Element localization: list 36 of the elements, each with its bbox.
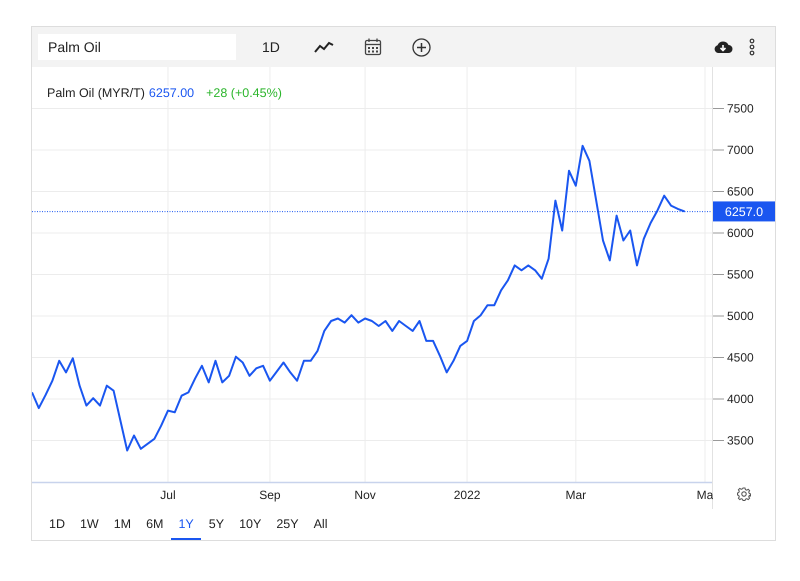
y-axis-label: 4500	[727, 350, 754, 364]
y-axis-label: 5500	[727, 268, 754, 282]
price-value: 6257.00	[148, 86, 194, 100]
y-axis-label: 7500	[727, 102, 754, 116]
range-tab[interactable]: 1D	[42, 509, 72, 540]
more-options-icon[interactable]	[749, 38, 755, 56]
interval-button[interactable]: 1D	[258, 37, 284, 57]
x-axis-label: Nov	[354, 488, 376, 502]
x-axis-label: Mar	[566, 488, 586, 502]
x-axis-label: Jul	[160, 488, 176, 502]
price-badge: 6257.0	[713, 201, 775, 222]
range-tab[interactable]: 1W	[72, 509, 106, 540]
range-tab[interactable]: 10Y	[232, 509, 268, 540]
instrument-name: Palm Oil (MYR/T)	[47, 86, 145, 100]
range-tab[interactable]: 5Y	[202, 509, 232, 540]
y-axis-label: 6500	[727, 184, 754, 198]
cloud-download-icon[interactable]	[713, 40, 733, 54]
range-tab[interactable]: 1Y	[171, 509, 201, 540]
x-axis-label: Sep	[259, 488, 281, 502]
range-tab[interactable]: All	[306, 509, 334, 540]
x-axis-label: Ma	[696, 488, 714, 502]
y-axis-label: 7000	[727, 143, 754, 157]
x-axis-label: 2022	[454, 488, 480, 502]
range-tab[interactable]: 25Y	[269, 509, 306, 540]
range-tab[interactable]: 6M	[139, 509, 170, 540]
y-axis-label: 3500	[727, 434, 754, 448]
search-field[interactable]: Palm Oil	[38, 34, 236, 60]
y-axis-label: 4000	[727, 392, 754, 406]
y-axis-label: 6000	[727, 226, 754, 240]
calendar-icon[interactable]	[364, 38, 382, 56]
y-axis-label: 5000	[727, 309, 754, 323]
price-change: +28 (+0.45%)	[206, 86, 282, 100]
range-tab[interactable]: 1M	[106, 509, 138, 540]
add-icon[interactable]	[412, 38, 431, 56]
line-chart-icon[interactable]	[314, 40, 334, 54]
settings-icon[interactable]	[737, 487, 751, 501]
